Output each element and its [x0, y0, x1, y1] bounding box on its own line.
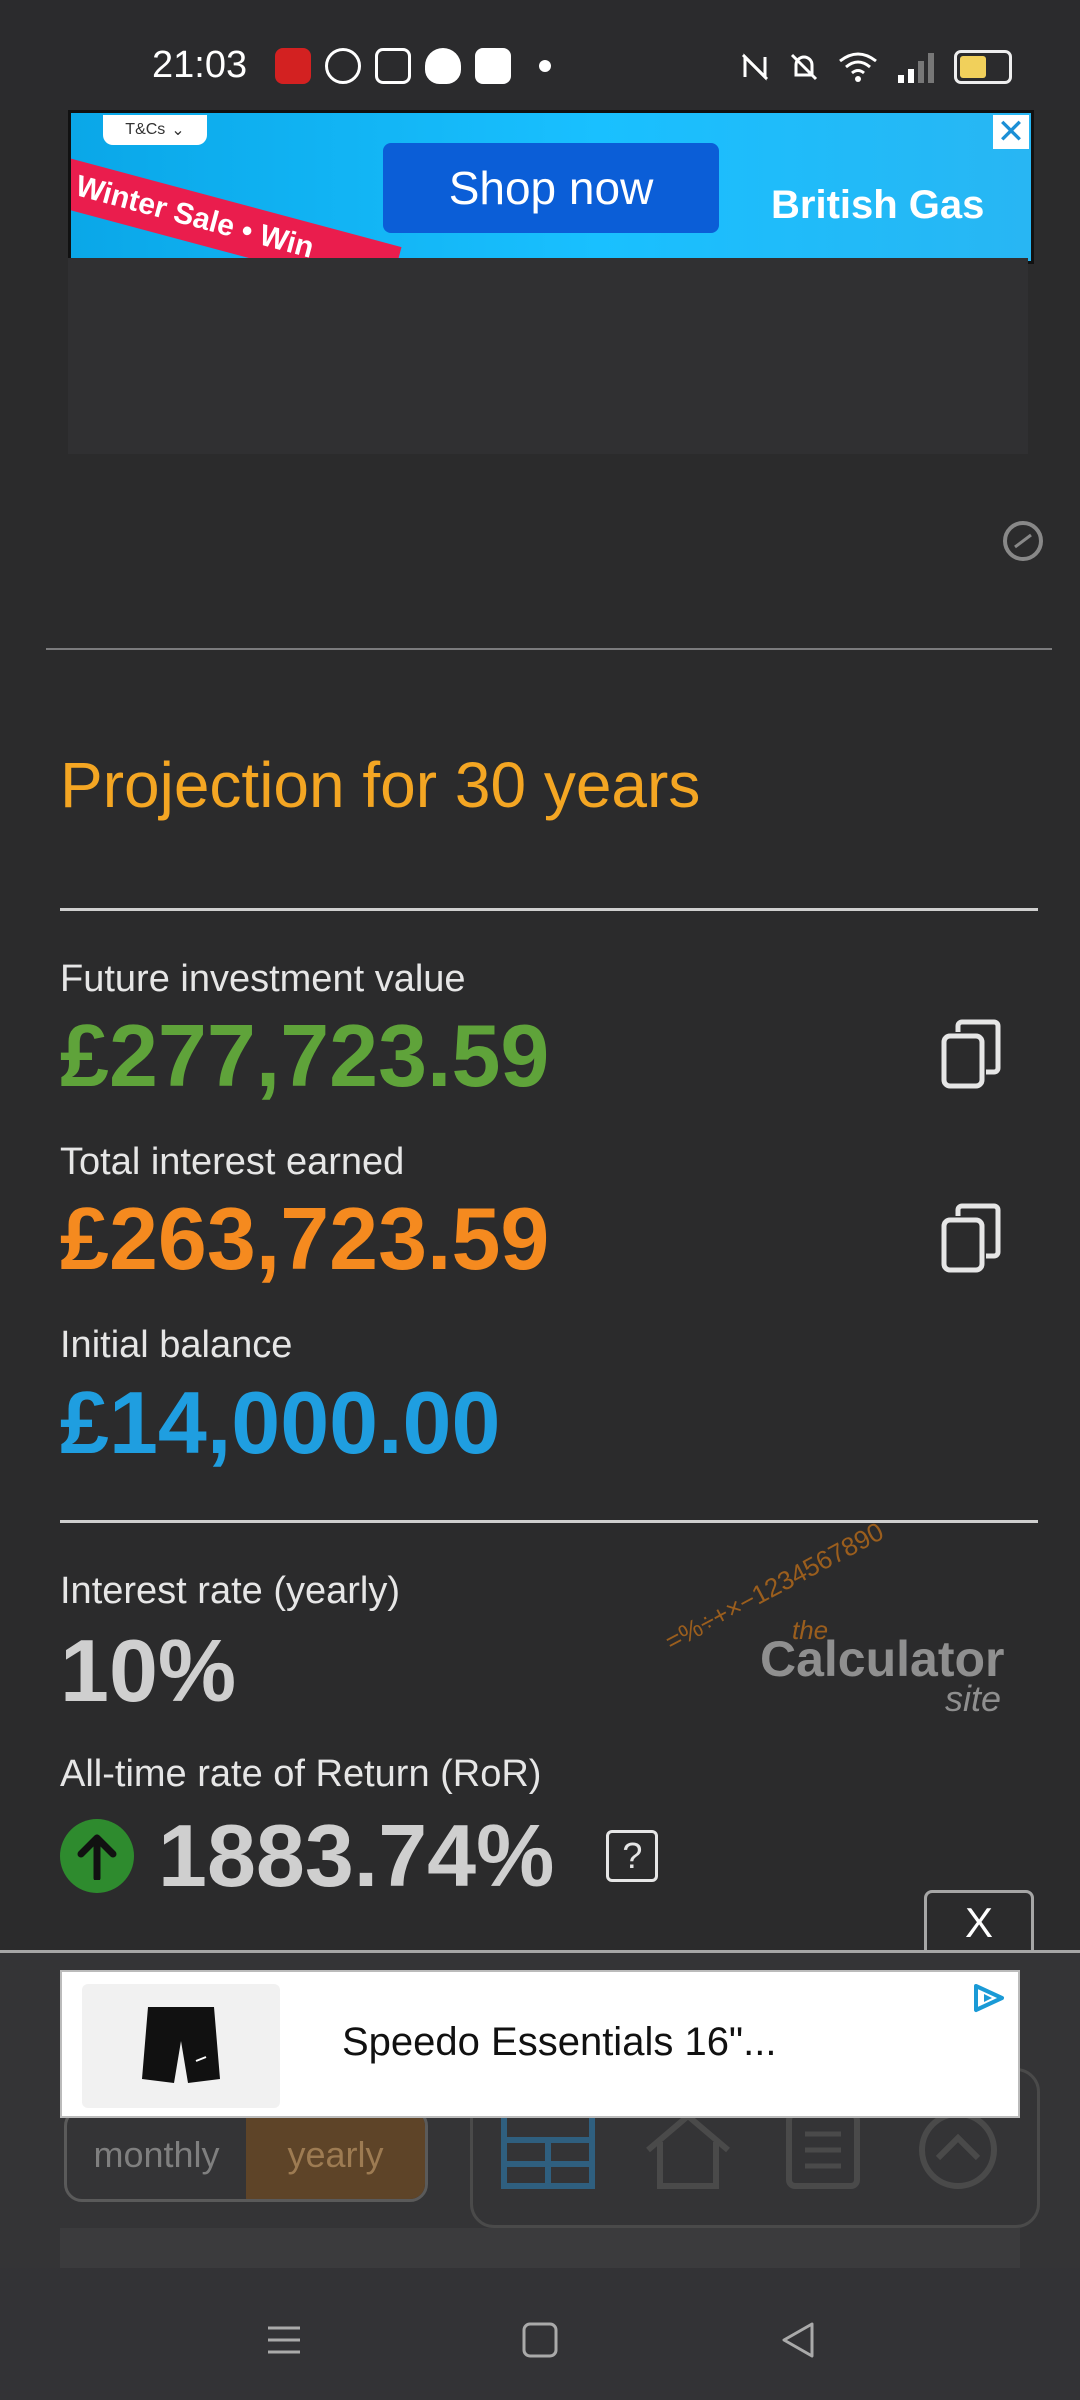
- system-icons: [740, 50, 1012, 84]
- table-icon[interactable]: [500, 2110, 596, 2190]
- initial-balance-value: £14,000.00: [60, 1373, 501, 1472]
- battery-icon: [954, 50, 1012, 84]
- nfc-icon: [741, 53, 769, 81]
- up-arrow-icon: [60, 1819, 134, 1893]
- ad-terms-dropdown[interactable]: T&Cs ⌄: [103, 115, 207, 145]
- calculator-site-logo: =%÷+×−1234567890 the Calculator site: [660, 1516, 1040, 1730]
- copy-interest-icon[interactable]: [940, 1202, 1002, 1274]
- close-ad-button[interactable]: X: [924, 1890, 1034, 1952]
- title-divider: [60, 908, 1038, 911]
- product-thumbnail[interactable]: [82, 1984, 280, 2108]
- home-nav-icon[interactable]: [520, 2320, 560, 2360]
- section-divider: [46, 648, 1052, 650]
- shorts-icon: [142, 2007, 220, 2083]
- ror-row: 1883.74% ?: [60, 1805, 659, 1907]
- instagram-icon: [375, 48, 411, 84]
- signal-icon: [898, 53, 934, 83]
- bottom-ad-banner[interactable]: Speedo Essentials 16"...: [60, 1970, 1020, 2118]
- mute-icon: [790, 53, 818, 81]
- menu-icon[interactable]: [264, 2320, 304, 2360]
- wifi-icon: [839, 52, 877, 82]
- page-title: Projection for 30 years: [60, 749, 701, 821]
- reddit-icon: [425, 48, 461, 84]
- ad-sale-band: Winter Sale • Win: [71, 156, 402, 261]
- initial-balance-label: Initial balance: [60, 1324, 293, 1366]
- ror-label: All-time rate of Return (RoR): [60, 1753, 542, 1795]
- bottom-ad-border: [0, 1950, 1080, 1953]
- dot-icon: [539, 60, 551, 72]
- home-icon[interactable]: [640, 2110, 736, 2190]
- top-ad-banner[interactable]: Winter Sale • Win T&Cs ⌄ Shop now Britis…: [68, 110, 1034, 264]
- logo-site: site: [945, 1678, 1002, 1719]
- scroll-up-icon[interactable]: [910, 2110, 1006, 2190]
- metrics-divider: [60, 1520, 1038, 1523]
- notification-icons: [275, 48, 551, 84]
- messenger-icon: [325, 48, 361, 84]
- ad-brand: British Gas: [771, 183, 985, 227]
- status-time: 21:03: [152, 44, 248, 86]
- future-value-label: Future investment value: [60, 958, 466, 1000]
- period-toggle[interactable]: monthly yearly: [64, 2108, 428, 2202]
- interest-rate-value: 10%: [60, 1621, 237, 1720]
- linkedin-icon: [475, 48, 511, 84]
- ad-close-button[interactable]: ✕: [993, 113, 1029, 151]
- help-icon[interactable]: ?: [606, 1830, 659, 1882]
- future-value: £277,723.59: [60, 1006, 550, 1105]
- pdf-icon: [275, 48, 311, 84]
- back-icon[interactable]: [778, 2320, 818, 2360]
- ad-placeholder-area: [68, 258, 1028, 454]
- product-title[interactable]: Speedo Essentials 16"...: [342, 2020, 776, 2065]
- list-icon[interactable]: [775, 2110, 871, 2190]
- bottom-panel: [60, 2228, 1020, 2268]
- ad-shop-now-button[interactable]: Shop now: [383, 143, 719, 233]
- interest-label: Total interest earned: [60, 1141, 405, 1183]
- ad-terms-label: T&Cs: [125, 121, 166, 138]
- chevron-down-icon: ⌄: [171, 122, 185, 139]
- ror-value: 1883.74%: [158, 1806, 555, 1905]
- status-bar: 21:03: [0, 0, 1080, 110]
- copy-future-value-icon[interactable]: [940, 1018, 1002, 1090]
- ad-choices-icon[interactable]: [1003, 521, 1043, 561]
- toggle-monthly[interactable]: monthly: [67, 2111, 246, 2199]
- toggle-yearly[interactable]: yearly: [246, 2111, 425, 2199]
- adchoices-icon[interactable]: [970, 1982, 1008, 2014]
- interest-value: £263,723.59: [60, 1189, 550, 1288]
- interest-rate-label: Interest rate (yearly): [60, 1570, 400, 1612]
